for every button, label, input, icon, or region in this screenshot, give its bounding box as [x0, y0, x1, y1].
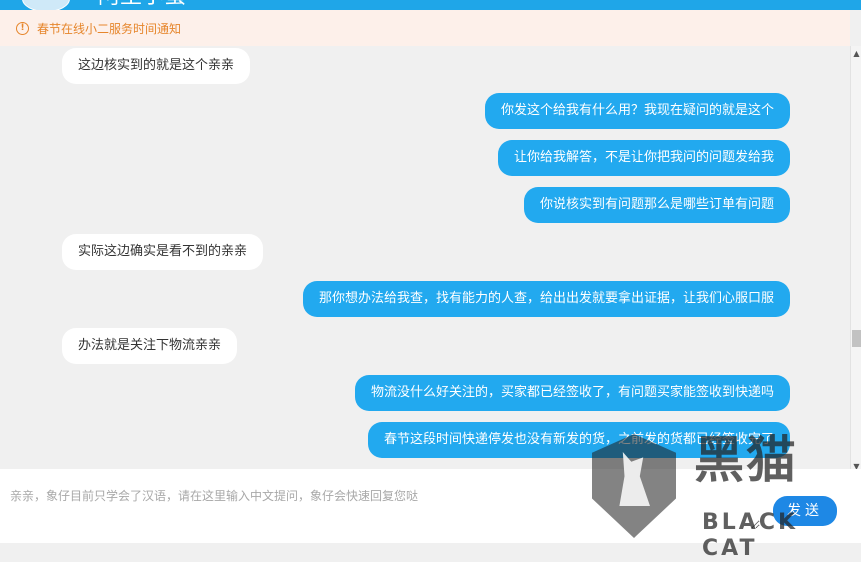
notice-text[interactable]: 春节在线小二服务时间通知: [37, 20, 181, 37]
scroll-up-arrow-icon[interactable]: ▲: [851, 48, 861, 59]
info-circle-icon: !: [16, 21, 29, 35]
top-header-bar: 阿里小蜜: [0, 0, 861, 12]
agent-message: 实际这边确实是看不到的亲亲: [62, 234, 264, 270]
user-message: 你发这个给我有什么用？我现在疑问的就是这个: [484, 93, 790, 129]
user-message: 春节这段时间快递停发也没有新发的货，之前发的货都已经签收完了: [367, 422, 790, 458]
agent-message: 这边核实到的就是这个亲亲: [62, 48, 251, 84]
user-message: 那你想办法给我查，找有能力的人查，给出出发就要拿出证据，让我们心服口服: [302, 281, 790, 317]
service-notice-bar[interactable]: ! 春节在线小二服务时间通知: [0, 10, 850, 47]
message-input[interactable]: [0, 469, 760, 529]
header-title: 阿里小蜜: [98, 0, 186, 10]
message-composer: 发送: [0, 469, 861, 543]
agent-message: 办法就是关注下物流亲亲: [62, 328, 238, 364]
user-message: 你说核实到有问题那么是哪些订单有问题: [523, 187, 790, 223]
chat-message-list[interactable]: 这边核实到的就是这个亲亲 你发这个给我有什么用？我现在疑问的就是这个 让你给我解…: [0, 46, 850, 469]
chat-scrollbar[interactable]: ▲ ▼: [850, 46, 861, 472]
send-button[interactable]: 发送: [773, 496, 837, 526]
user-message: 物流没什么好关注的，买家都已经签收了，有问题买家能签收到快递吗: [354, 375, 790, 411]
user-message: 让你给我解答，不是让你把我问的问题发给我: [497, 140, 790, 176]
scrollbar-thumb[interactable]: [852, 330, 861, 347]
